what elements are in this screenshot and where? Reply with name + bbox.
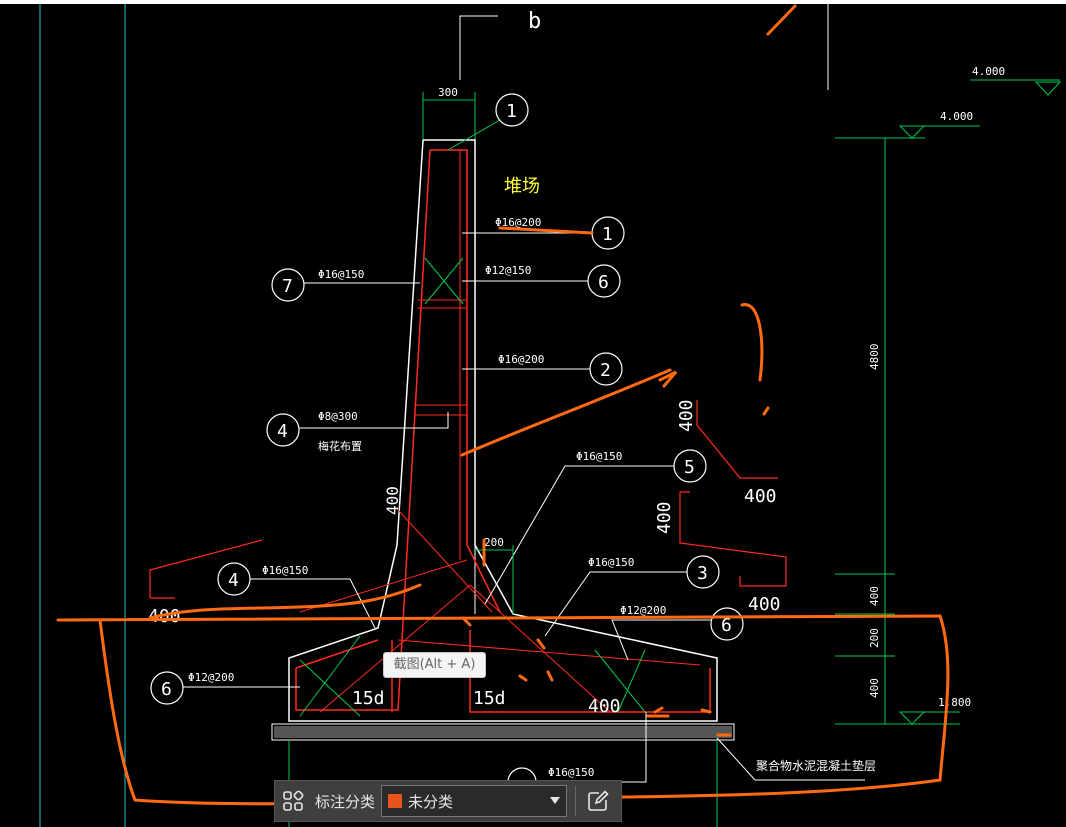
dim-400-base: 400 (588, 696, 621, 717)
svg-text:6: 6 (598, 272, 609, 293)
svg-text:6: 6 (161, 679, 172, 700)
svg-text:4: 4 (277, 421, 288, 442)
category-color-swatch (388, 794, 403, 808)
callout-rebar-6-left: Φ12@200 6 (150, 671, 300, 705)
svg-text:梅花布置: 梅花布置 (318, 439, 362, 453)
svg-text:Φ16@200: Φ16@200 (498, 353, 544, 366)
svg-text:Φ16@150: Φ16@150 (318, 268, 364, 281)
sketch-400-e: 400 (748, 594, 781, 615)
callout-rebar-4-top: Φ8@300 梅花布置 4 (266, 410, 449, 453)
svg-text:1: 1 (506, 101, 517, 122)
toolbar-divider (575, 786, 577, 816)
top-edge (0, 0, 1066, 4)
elev-bottom: 1.800 (938, 696, 971, 709)
svg-text:1: 1 (602, 224, 613, 245)
callout-rebar-7: Φ16@150 7 (271, 268, 420, 302)
section-mark (459, 15, 498, 80)
hook-15d-right: 15d (473, 688, 506, 709)
hook-15d-left: 15d (352, 688, 385, 709)
svg-text:Φ16@150: Φ16@150 (548, 766, 594, 779)
sketch-400-b: 400 (676, 399, 697, 432)
svg-text:5: 5 (684, 457, 695, 478)
svg-text:Φ16@150: Φ16@150 (576, 450, 622, 463)
callout-rebar-3: Φ16@150 3 (544, 555, 720, 637)
dim-4800: 4800 (868, 344, 881, 371)
category-label: 标注分类 (315, 792, 376, 811)
svg-text:Φ12@200: Φ12@200 (620, 604, 666, 617)
callout-rebar-6-right: Φ12@200 6 (611, 604, 744, 661)
elev-top-right: 4.000 (972, 65, 1005, 78)
svg-text:Φ16@150: Φ16@150 (262, 564, 308, 577)
callout-rebar-1: Φ16@200 1 (462, 216, 625, 250)
category-select[interactable]: 未分类 (381, 785, 568, 817)
sketch-400-d: 400 (654, 501, 675, 534)
dim-400-upper: 400 (868, 586, 881, 606)
callout-rebar-6-top: Φ12@150 6 (462, 264, 621, 298)
svg-text:2: 2 (600, 360, 611, 381)
dim-200: 200 (868, 628, 881, 648)
sketch-400-c: 400 (744, 486, 777, 507)
wall-dim-400: 400 (383, 486, 402, 515)
svg-text:Φ16@150: Φ16@150 (588, 556, 634, 569)
callout-top-1: 1 (447, 93, 529, 151)
dim-400-lower: 400 (868, 678, 881, 698)
screenshot-tooltip: 截图(Alt + A) (383, 652, 486, 678)
annotation-toolbar: 标注分类 未分类 (274, 780, 622, 822)
svg-text:3: 3 (697, 563, 708, 584)
markup-strokes (56, 4, 950, 806)
svg-text:4: 4 (228, 570, 239, 591)
category-selected-value: 未分类 (408, 792, 454, 811)
cad-drawing-canvas[interactable]: b 300 聚合物水泥混凝土垫层 4.000 4.000 1.800 4800 … (0, 0, 1066, 827)
svg-text:7: 7 (282, 276, 293, 297)
top-width-text: 300 (438, 86, 458, 99)
rebar-outer-left (295, 149, 431, 711)
svg-text:Φ12@200: Φ12@200 (188, 671, 234, 684)
grid-icon[interactable] (275, 781, 311, 821)
svg-text:Φ8@300: Φ8@300 (318, 410, 358, 423)
section-label: b (528, 9, 541, 34)
base-layer-text: 聚合物水泥混凝土垫层 (756, 758, 876, 773)
elev-top: 4.000 (940, 110, 973, 123)
edit-icon[interactable] (580, 781, 616, 821)
duichang-label: 堆场 (504, 176, 540, 197)
dim-200-small: 200 (484, 536, 504, 549)
chevron-down-icon (550, 797, 561, 804)
callout-rebar-2: Φ16@200 2 (462, 352, 623, 386)
svg-text:Φ12@150: Φ12@150 (485, 264, 531, 277)
